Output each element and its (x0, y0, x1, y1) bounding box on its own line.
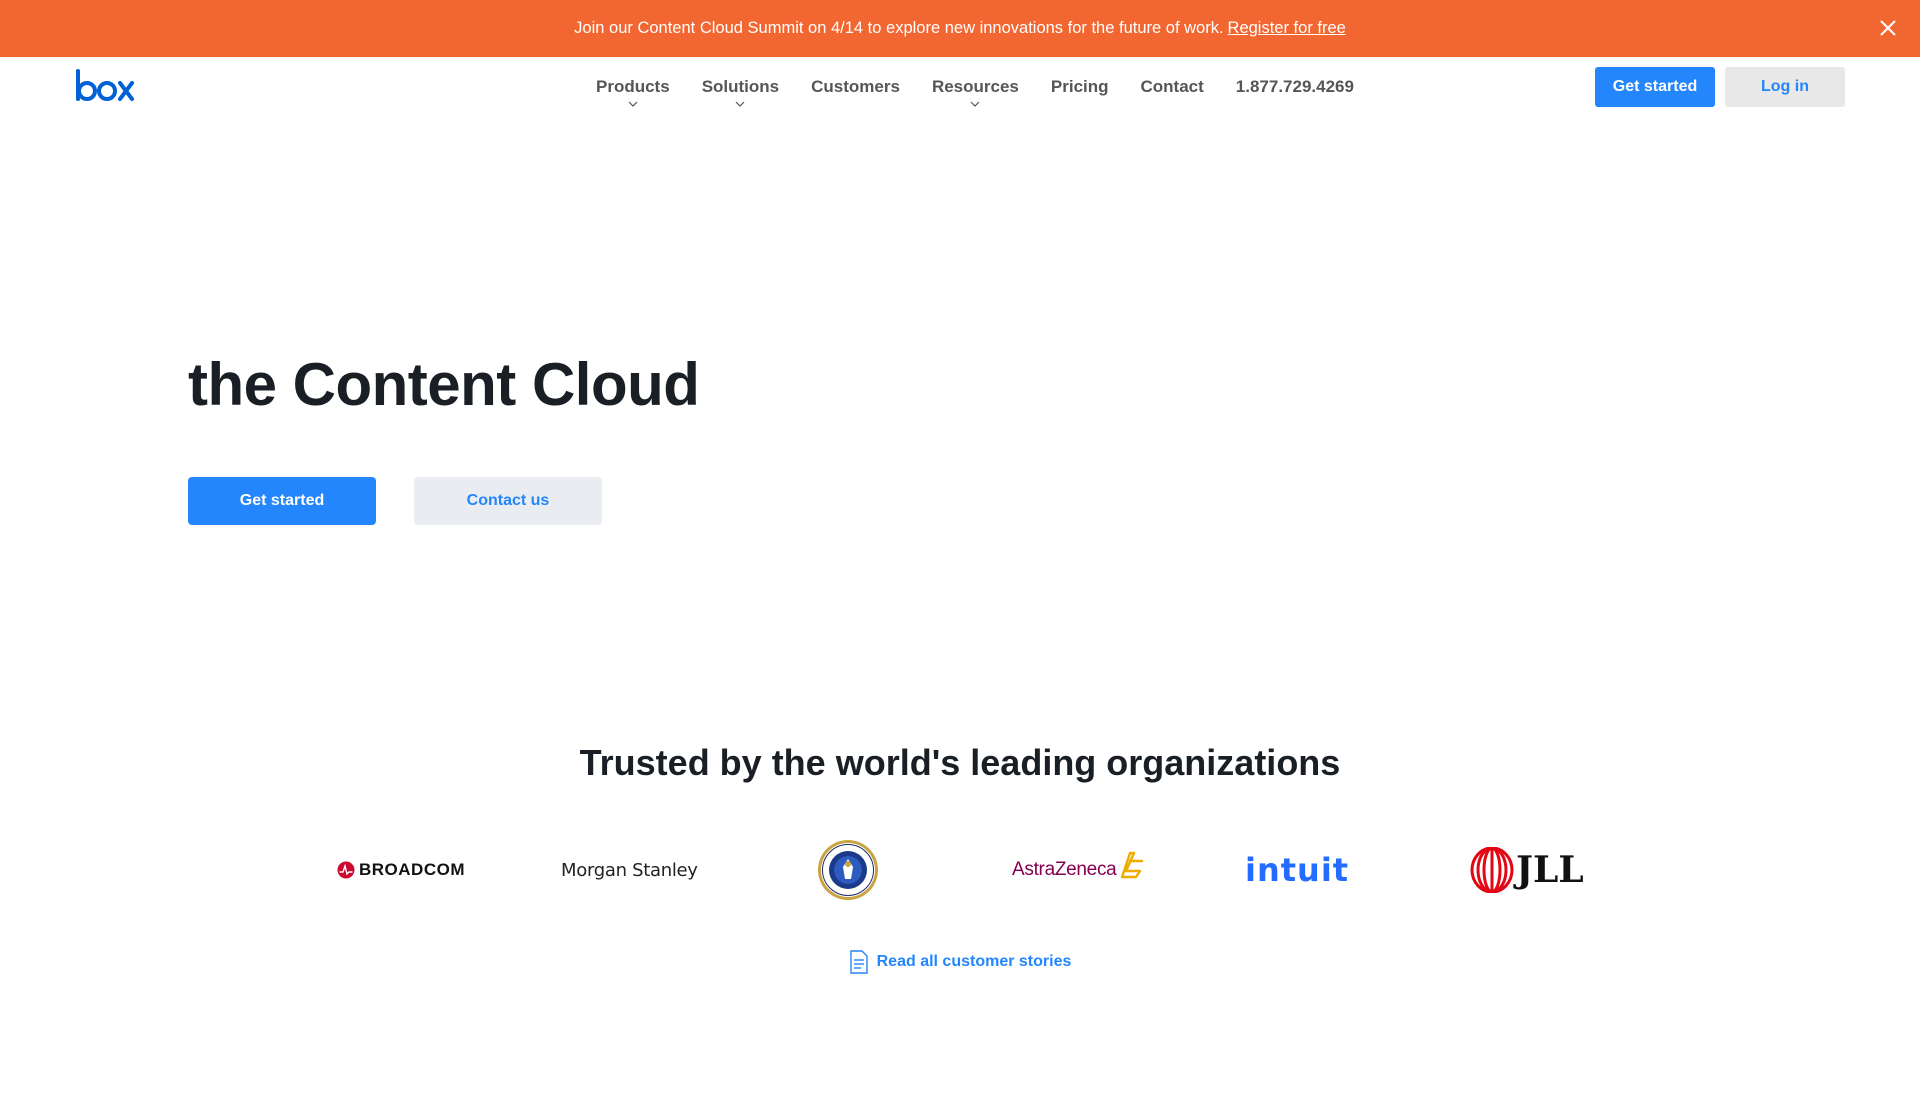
contact-us-button[interactable]: Contact us (414, 477, 602, 525)
login-button[interactable]: Log in (1725, 67, 1845, 107)
banner-message: Join our Content Cloud Summit on 4/14 to… (574, 19, 1224, 37)
air-force-seal-icon (818, 840, 878, 900)
phone-number[interactable]: 1.877.729.4269 (1236, 77, 1354, 97)
intuit-logo: intuit (1245, 835, 1349, 905)
box-logo[interactable] (74, 69, 136, 110)
announcement-banner: Join our Content Cloud Summit on 4/14 to… (0, 0, 1920, 57)
broadcom-wordmark: BROADCOM (359, 860, 465, 879)
nav-customers[interactable]: Customers (811, 77, 900, 97)
broadcom-logo: BROADCOM (337, 835, 465, 905)
read-stories-label: Read all customer stories (876, 953, 1072, 970)
register-link[interactable]: Register for free (1228, 19, 1346, 38)
nav-pricing[interactable]: Pricing (1051, 77, 1109, 97)
intuit-wordmark: intuit (1245, 851, 1350, 889)
customer-logos: BROADCOM Morgan Stanley AstraZeneca intu… (0, 835, 1920, 905)
close-icon[interactable] (1876, 16, 1900, 40)
nav-solutions[interactable]: Solutions (701, 77, 780, 107)
read-stories-link[interactable]: Read all customer stories (0, 950, 1920, 974)
nav-contact-label: Contact (1140, 77, 1204, 96)
nav-products[interactable]: Products (596, 77, 670, 107)
astrazeneca-wordmark: AstraZeneca (1012, 859, 1117, 880)
jll-mark-icon (1470, 847, 1514, 893)
nav-products-label: Products (596, 77, 670, 96)
nav-resources-label: Resources (931, 77, 1019, 96)
usaf-seal-logo (817, 835, 879, 905)
chevron-down-icon (970, 101, 980, 107)
broadcom-mark-icon (337, 861, 355, 879)
jll-wordmark: JLL (1516, 849, 1584, 891)
main-nav: Products Solutions Customers Resources P… (580, 57, 1354, 117)
header-get-started-button[interactable]: Get started (1595, 67, 1715, 107)
trusted-title: Trusted by the world's leading organizat… (579, 742, 1341, 783)
hero-title: the Content Cloud (188, 351, 700, 418)
jll-logo: JLL (1470, 835, 1584, 905)
nav-contact[interactable]: Contact (1141, 77, 1204, 97)
morgan-stanley-wordmark: Morgan Stanley (561, 859, 698, 881)
chevron-down-icon (735, 101, 745, 107)
chevron-down-icon (628, 101, 638, 107)
nav-pricing-label: Pricing (1050, 77, 1109, 96)
nav-solutions-label: Solutions (701, 77, 780, 96)
astrazeneca-mark-icon (1121, 851, 1144, 879)
document-icon (849, 950, 868, 974)
nav-customers-label: Customers (811, 77, 900, 96)
morgan-stanley-logo: Morgan Stanley (561, 835, 698, 905)
hero-get-started-button[interactable]: Get started (188, 477, 376, 525)
nav-resources[interactable]: Resources (931, 77, 1019, 107)
astrazeneca-logo: AstraZeneca (1012, 835, 1146, 905)
site-header: Products Solutions Customers Resources P… (0, 57, 1920, 117)
